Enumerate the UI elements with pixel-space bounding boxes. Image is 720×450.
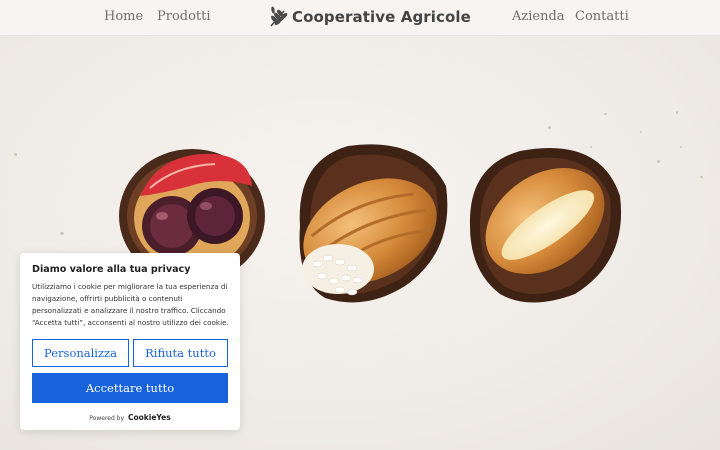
nav-contacts-link[interactable]: Contatti	[575, 9, 629, 24]
cookieyes-logo[interactable]: CookieYes	[128, 413, 171, 422]
cookie-title: Diamo valore alla tua privacy	[32, 264, 191, 275]
nav-products-link[interactable]: Prodotti	[157, 9, 211, 24]
site-logo[interactable]: Cooperative Agricole	[268, 5, 471, 29]
powered-by: Powered by CookieYes	[20, 413, 240, 422]
site-header: Home Prodotti Cooperative Agricole Azien…	[0, 0, 720, 36]
wheat-icon	[270, 6, 288, 27]
cream-pastry	[469, 148, 622, 303]
nav-home-link[interactable]: Home	[104, 9, 143, 24]
cookie-consent-banner: Diamo valore alla tua privacy Utilizziam…	[20, 253, 240, 430]
nav-company-link[interactable]: Azienda	[512, 9, 565, 24]
powered-by-label: Powered by	[89, 415, 125, 422]
accept-all-button[interactable]: Accettare tutto	[32, 373, 228, 403]
cookie-description: Utilizziamo i cookie per migliorare la t…	[32, 282, 229, 327]
reject-all-button[interactable]: Rifiuta tutto	[133, 339, 228, 367]
logo-text: Cooperative Agricole	[292, 8, 471, 26]
puff-pastry	[299, 144, 448, 303]
customize-button[interactable]: Personalizza	[32, 339, 129, 367]
